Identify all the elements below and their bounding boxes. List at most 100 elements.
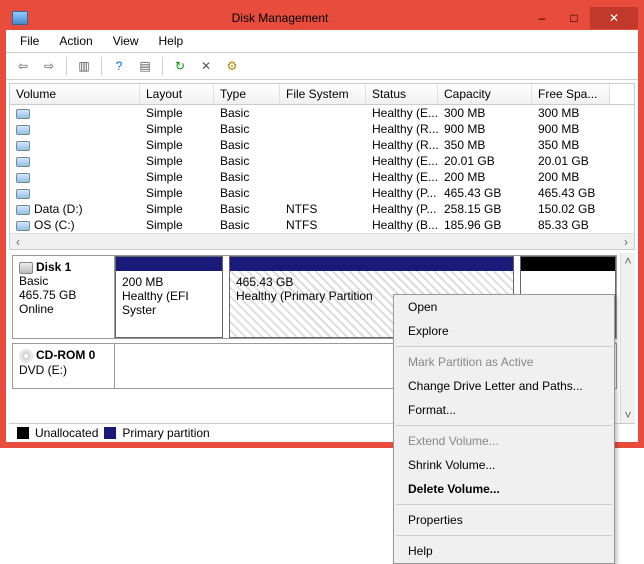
- ctx-help[interactable]: Help: [394, 539, 614, 563]
- disk-type: Basic: [19, 274, 48, 288]
- ctx-properties[interactable]: Properties: [394, 508, 614, 532]
- col-volume[interactable]: Volume: [10, 84, 140, 104]
- context-menu: Open Explore Mark Partition as Active Ch…: [393, 294, 615, 564]
- cell: Healthy (R...: [366, 121, 438, 137]
- ctx-change-letter[interactable]: Change Drive Letter and Paths...: [394, 374, 614, 398]
- partition-desc: Healthy (Primary Partition: [236, 289, 373, 303]
- cell: 465.43 GB: [438, 185, 532, 201]
- cell: NTFS: [280, 217, 366, 233]
- separator: [396, 535, 612, 536]
- v-scrollbar[interactable]: ˄ ˅: [620, 253, 635, 423]
- cell: 900 MB: [438, 121, 532, 137]
- scroll-down-icon[interactable]: ˅: [621, 407, 635, 423]
- refresh-icon[interactable]: ↻: [169, 55, 191, 77]
- cell: Simple: [140, 169, 214, 185]
- volume-row[interactable]: Data (D:)SimpleBasicNTFSHealthy (P...258…: [10, 201, 634, 217]
- scroll-right-icon[interactable]: ›: [618, 234, 634, 249]
- cell: Basic: [214, 217, 280, 233]
- legend-label-unallocated: Unallocated: [35, 426, 98, 440]
- delete-icon[interactable]: ✕: [195, 55, 217, 77]
- col-filesystem[interactable]: File System: [280, 84, 366, 104]
- separator: [66, 57, 67, 75]
- settings-icon[interactable]: ⚙: [221, 55, 243, 77]
- volume-row[interactable]: SimpleBasicHealthy (E...20.01 GB20.01 GB: [10, 153, 634, 169]
- ctx-shrink[interactable]: Shrink Volume...: [394, 453, 614, 477]
- cdrom-label[interactable]: CD-ROM 0 DVD (E:): [13, 344, 115, 388]
- volume-row[interactable]: OS (C:)SimpleBasicNTFSHealthy (B...185.9…: [10, 217, 634, 233]
- ctx-extend[interactable]: Extend Volume...: [394, 429, 614, 453]
- legend-swatch-unallocated: [17, 427, 29, 439]
- menu-view[interactable]: View: [103, 32, 149, 50]
- cell: 20.01 GB: [532, 153, 610, 169]
- legend-swatch-primary: [104, 427, 116, 439]
- ctx-open[interactable]: Open: [394, 295, 614, 319]
- help-icon[interactable]: ?: [108, 55, 130, 77]
- cell: [280, 185, 366, 201]
- cell: Healthy (B...: [366, 217, 438, 233]
- partition-size: 200 MB: [122, 275, 163, 289]
- cell: 85.33 GB: [532, 217, 610, 233]
- volume-row[interactable]: SimpleBasicHealthy (R...350 MB350 MB: [10, 137, 634, 153]
- toolbar: ⇦ ⇨ ▥ ? ▤ ↻ ✕ ⚙: [6, 53, 638, 80]
- volume-icon: [16, 157, 30, 167]
- window-title: Disk Management: [34, 11, 526, 25]
- partition-size: 465.43 GB: [236, 275, 293, 289]
- maximize-button[interactable]: □: [558, 7, 590, 29]
- cell: Simple: [140, 201, 214, 217]
- cell: Simple: [140, 153, 214, 169]
- volume-row[interactable]: SimpleBasicHealthy (P...465.43 GB465.43 …: [10, 185, 634, 201]
- menu-help[interactable]: Help: [149, 32, 194, 50]
- partition-efi[interactable]: 200 MB Healthy (EFI Syster: [115, 256, 223, 338]
- col-layout[interactable]: Layout: [140, 84, 214, 104]
- cell: [280, 105, 366, 121]
- volume-row[interactable]: SimpleBasicHealthy (E...300 MB300 MB: [10, 105, 634, 121]
- close-button[interactable]: ✕: [590, 7, 638, 29]
- partition-header-navy: [230, 257, 513, 271]
- cell: Basic: [214, 121, 280, 137]
- cell: 350 MB: [532, 137, 610, 153]
- cell: NTFS: [280, 201, 366, 217]
- cell: 900 MB: [532, 121, 610, 137]
- scroll-up-icon[interactable]: ˄: [621, 253, 635, 269]
- separator: [396, 504, 612, 505]
- show-hide-tree-icon[interactable]: ▥: [73, 55, 95, 77]
- menu-action[interactable]: Action: [49, 32, 102, 50]
- back-arrow-icon[interactable]: ⇦: [12, 55, 34, 77]
- h-scrollbar[interactable]: ‹ ›: [10, 233, 634, 249]
- disk-1-label[interactable]: Disk 1 Basic 465.75 GB Online: [13, 256, 115, 338]
- volume-icon: [16, 189, 30, 199]
- ctx-delete[interactable]: Delete Volume...: [394, 477, 614, 501]
- ctx-explore[interactable]: Explore: [394, 319, 614, 343]
- ctx-mark-active[interactable]: Mark Partition as Active: [394, 350, 614, 374]
- volume-row[interactable]: SimpleBasicHealthy (E...200 MB200 MB: [10, 169, 634, 185]
- cell: Healthy (E...: [366, 105, 438, 121]
- scroll-left-icon[interactable]: ‹: [10, 234, 26, 249]
- volume-icon: [16, 109, 30, 119]
- cell: Healthy (R...: [366, 137, 438, 153]
- forward-arrow-icon[interactable]: ⇨: [38, 55, 60, 77]
- cell: [10, 169, 140, 185]
- cell: Simple: [140, 121, 214, 137]
- partition-header-black: [521, 257, 615, 271]
- cell: Simple: [140, 137, 214, 153]
- menu-file[interactable]: File: [10, 32, 49, 50]
- cell: 300 MB: [438, 105, 532, 121]
- titlebar[interactable]: Disk Management – □ ✕: [6, 6, 638, 30]
- cell: [280, 169, 366, 185]
- col-status[interactable]: Status: [366, 84, 438, 104]
- partition-desc: Healthy (EFI Syster: [122, 289, 189, 317]
- cell: [280, 153, 366, 169]
- cell: Simple: [140, 185, 214, 201]
- minimize-button[interactable]: –: [526, 7, 558, 29]
- cell: Simple: [140, 105, 214, 121]
- col-type[interactable]: Type: [214, 84, 280, 104]
- volume-row[interactable]: SimpleBasicHealthy (R...900 MB900 MB: [10, 121, 634, 137]
- col-freespace[interactable]: Free Spa...: [532, 84, 610, 104]
- ctx-format[interactable]: Format...: [394, 398, 614, 422]
- col-capacity[interactable]: Capacity: [438, 84, 532, 104]
- cell: Basic: [214, 185, 280, 201]
- legend-label-primary: Primary partition: [122, 426, 209, 440]
- properties-icon[interactable]: ▤: [134, 55, 156, 77]
- volume-icon: [16, 205, 30, 215]
- separator: [396, 425, 612, 426]
